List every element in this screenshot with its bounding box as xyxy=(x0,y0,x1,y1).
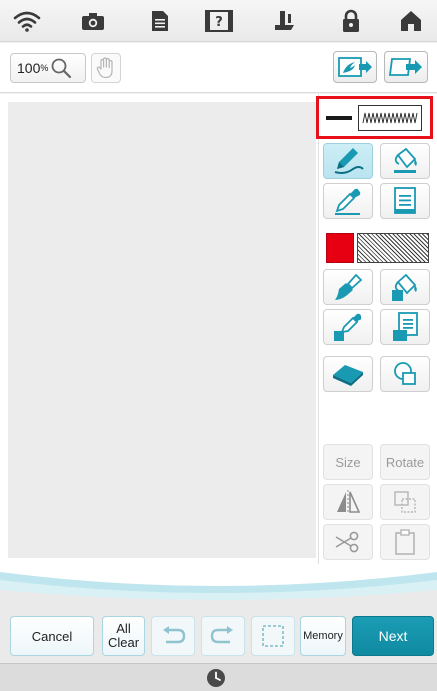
next-button[interactable]: Next xyxy=(352,616,434,656)
memory-button[interactable]: Memory xyxy=(300,616,346,656)
shapes-icon xyxy=(394,362,416,385)
shapes-tool[interactable] xyxy=(380,356,430,392)
zoom-unit: % xyxy=(40,63,49,73)
hand-button[interactable] xyxy=(91,53,121,83)
camera-icon[interactable] xyxy=(78,8,108,34)
magnifier-icon xyxy=(51,58,72,79)
mirror-button[interactable] xyxy=(323,484,373,520)
eyedropper-icon xyxy=(335,188,361,215)
undo-icon xyxy=(163,626,186,644)
line-property-icon xyxy=(394,187,416,214)
undo-button[interactable] xyxy=(151,616,195,656)
all-clear-button[interactable]: All Clear xyxy=(102,616,145,656)
brush-icon xyxy=(335,273,363,300)
scissors-icon xyxy=(335,531,359,553)
mirror-icon xyxy=(337,490,361,514)
panel-divider xyxy=(318,94,319,564)
fill-property-icon xyxy=(393,312,418,341)
wifi-icon[interactable] xyxy=(12,8,42,34)
duplicate-icon xyxy=(394,491,416,513)
cancel-button[interactable]: Cancel xyxy=(10,616,94,656)
line-type-selector[interactable] xyxy=(316,96,433,139)
fill-brush-tool[interactable] xyxy=(323,269,373,305)
line-bucket-tool[interactable] xyxy=(380,143,430,179)
fill-eyedropper-icon xyxy=(334,313,362,341)
select-icon xyxy=(262,625,284,647)
fill-eyedropper-tool[interactable] xyxy=(323,309,373,345)
line-eyedropper-tool[interactable] xyxy=(323,183,373,219)
presser-foot-icon[interactable] xyxy=(270,8,300,34)
fill-type-selector[interactable] xyxy=(326,233,430,265)
next-label: Next xyxy=(378,628,408,644)
paste-button[interactable] xyxy=(380,524,430,560)
bottom-bar: Cancel All Clear Memory Next xyxy=(0,606,437,663)
clipboard-icon xyxy=(395,529,415,555)
all-clear-line1: All xyxy=(116,621,131,636)
memory-label: Memory xyxy=(303,630,343,642)
hand-icon xyxy=(96,57,113,79)
eraser-icon xyxy=(333,365,363,386)
clock-icon[interactable] xyxy=(206,668,226,688)
export-button[interactable] xyxy=(384,51,428,83)
cut-button[interactable] xyxy=(323,524,373,560)
redo-button[interactable] xyxy=(201,616,245,656)
all-clear-line2: Clear xyxy=(107,635,140,650)
help-icon[interactable]: ? xyxy=(204,8,234,34)
pencil-icon xyxy=(334,148,364,174)
cancel-label: Cancel xyxy=(31,628,73,644)
toolbar: 100 % xyxy=(0,43,437,93)
drawing-canvas[interactable] xyxy=(8,102,316,558)
status-bar: ? xyxy=(0,0,437,42)
home-icon[interactable] xyxy=(396,8,426,34)
fill-property-tool[interactable] xyxy=(380,309,430,345)
fill-bucket-tool[interactable] xyxy=(380,269,430,305)
fill-stitch-swatch xyxy=(357,233,429,263)
size-label: Size xyxy=(335,454,361,470)
solid-line-icon xyxy=(326,115,352,120)
svg-text:?: ? xyxy=(215,15,223,30)
document-icon[interactable] xyxy=(145,8,175,34)
export-icon xyxy=(388,58,422,76)
wave-decoration xyxy=(0,566,437,610)
bucket-icon xyxy=(394,147,417,173)
footer-bar xyxy=(0,663,437,691)
lock-icon[interactable] xyxy=(336,8,366,34)
rotate-label: Rotate xyxy=(385,454,425,470)
select-button[interactable] xyxy=(251,616,295,656)
eraser-tool[interactable] xyxy=(323,356,373,392)
import-image-button[interactable] xyxy=(333,51,377,83)
line-property-tool[interactable] xyxy=(380,183,430,219)
redo-icon xyxy=(210,626,233,644)
zoom-button[interactable]: 100 % xyxy=(10,53,86,83)
duplicate-button[interactable] xyxy=(380,484,430,520)
line-draw-tool[interactable] xyxy=(323,143,373,179)
import-image-icon xyxy=(338,57,372,77)
rotate-button[interactable]: Rotate xyxy=(380,444,430,480)
zoom-value: 100 xyxy=(17,60,41,76)
size-button[interactable]: Size xyxy=(323,444,373,480)
fill-bucket-icon xyxy=(392,273,417,301)
zigzag-stitch-icon xyxy=(358,104,422,131)
fill-color-swatch xyxy=(326,233,354,263)
